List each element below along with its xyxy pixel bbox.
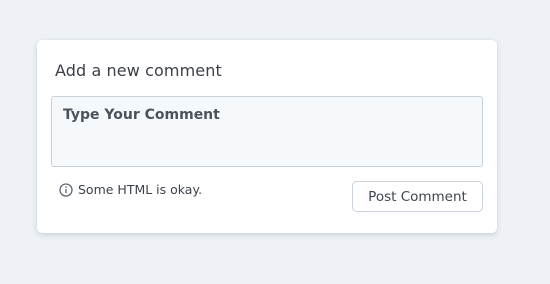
post-comment-button[interactable]: Post Comment bbox=[352, 181, 483, 212]
info-icon bbox=[59, 182, 73, 197]
card-title: Add a new comment bbox=[55, 61, 222, 80]
comment-textarea[interactable] bbox=[51, 96, 483, 167]
html-hint: Some HTML is okay. bbox=[59, 182, 202, 197]
comment-card: Add a new comment Some HTML is okay. Pos… bbox=[37, 40, 497, 233]
hint-text: Some HTML is okay. bbox=[78, 182, 203, 197]
